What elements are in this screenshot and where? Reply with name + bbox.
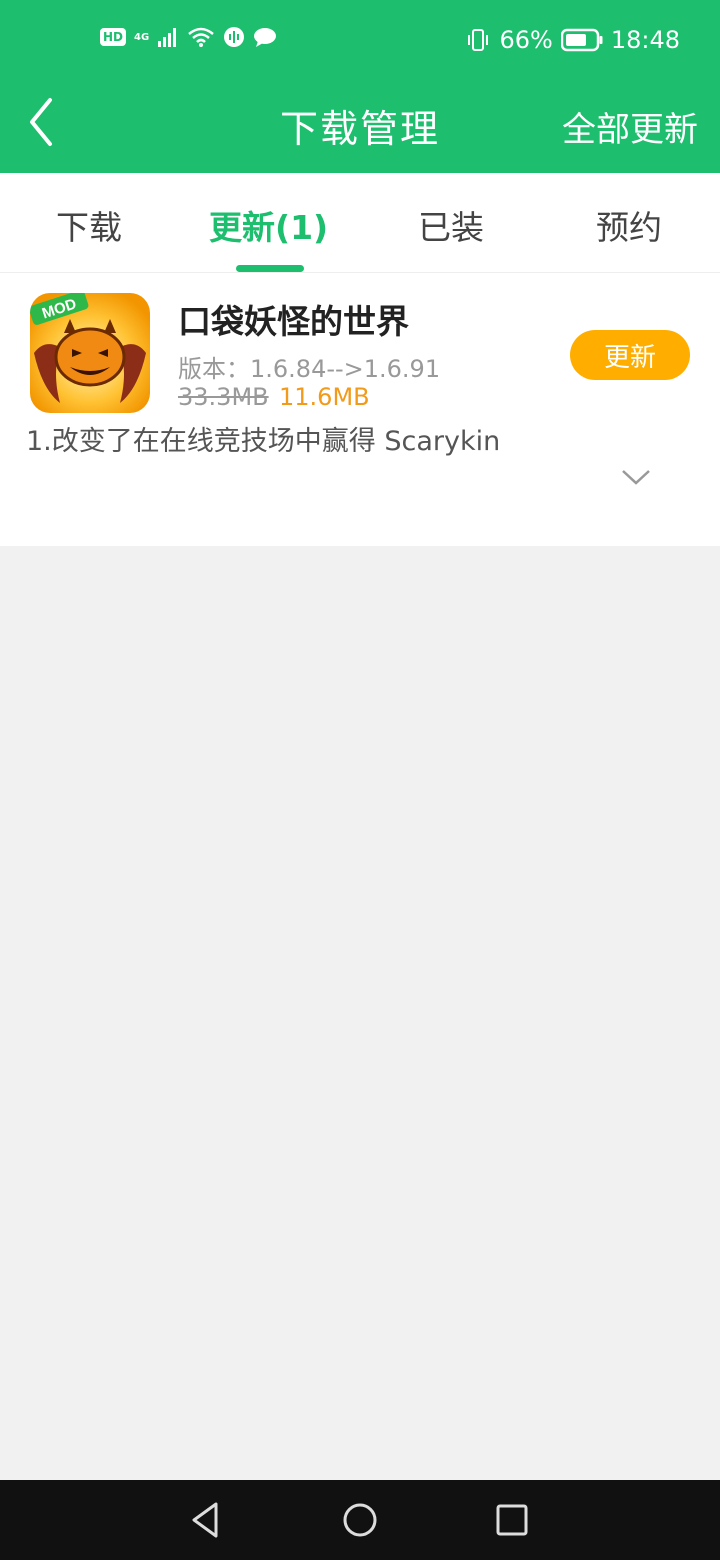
network-type: 4G — [134, 31, 150, 43]
nav-back-icon[interactable] — [186, 1500, 226, 1540]
chevron-down-icon[interactable] — [620, 465, 652, 489]
app-icon[interactable]: MOD — [30, 293, 150, 413]
active-tab-indicator — [236, 265, 304, 272]
wifi-icon — [188, 27, 214, 47]
clock: 18:48 — [610, 26, 680, 54]
status-bar: HD 4G 66% 18:48 — [0, 0, 720, 84]
new-size: 11.6MB — [279, 383, 370, 411]
nav-recent-icon[interactable] — [492, 1500, 532, 1540]
update-button[interactable]: 更新 — [570, 330, 690, 380]
list-item[interactable]: MOD 口袋妖怪的世界 版本：1.6.84-->1.6.91 33.3MB 11… — [0, 273, 720, 546]
tab-updates[interactable]: 更新(1) — [209, 201, 328, 249]
nav-home-icon[interactable] — [340, 1500, 380, 1540]
app-header: HD 4G 66% 18:48 下载管理 全部更新 — [0, 0, 720, 173]
battery-percent: 66% — [499, 26, 553, 54]
tab-installed[interactable]: 已装 — [418, 201, 484, 249]
hd-badge: HD — [100, 28, 127, 46]
signal-icon — [158, 28, 177, 47]
title-bar: 下载管理 全部更新 — [0, 84, 720, 173]
vibrate-icon — [468, 29, 489, 51]
changelog-text: 1.改变了在在线竞技场中赢得 Scarykin — [26, 426, 501, 457]
chat-icon — [254, 28, 277, 47]
battery-icon — [560, 28, 603, 52]
old-size: 33.3MB — [178, 383, 269, 411]
tab-reservations[interactable]: 预约 — [596, 201, 662, 249]
version-info: 版本：1.6.84-->1.6.91 — [178, 355, 441, 383]
update-all-button[interactable]: 全部更新 — [562, 102, 698, 151]
app-name: 口袋妖怪的世界 — [178, 302, 409, 341]
system-nav-bar — [0, 1480, 720, 1560]
tab-bar: 下载 更新(1) 已装 预约 — [0, 173, 720, 273]
tab-download[interactable]: 下载 — [56, 201, 122, 249]
audio-icon — [224, 27, 245, 47]
